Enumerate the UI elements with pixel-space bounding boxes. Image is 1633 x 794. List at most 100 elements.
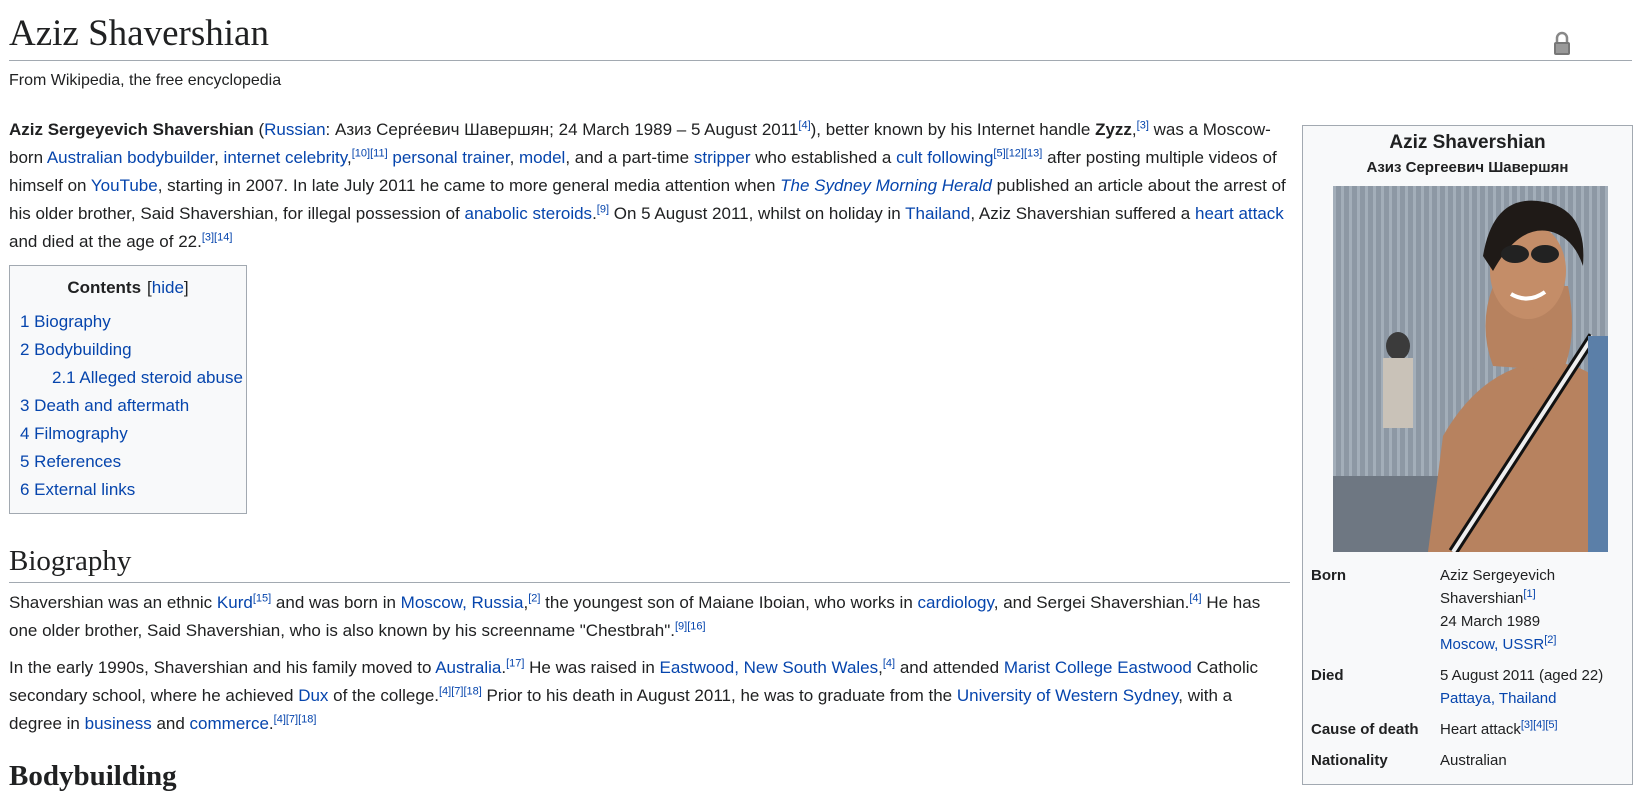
page-title: Aziz Shavershian (9, 12, 1632, 61)
text: ), better known by his Internet handle (810, 120, 1096, 139)
ref-link[interactable]: [9] (597, 203, 609, 215)
link-thailand[interactable]: Thailand (905, 204, 970, 223)
link-commerce[interactable]: commerce (190, 714, 269, 733)
text: In the early 1990s, Shavershian and his … (9, 658, 436, 677)
toc-item-references[interactable]: 5 References (20, 452, 121, 471)
link-model[interactable]: model (519, 148, 565, 167)
infobox-table: Born Aziz Sergeyevich Shavershian[1] 24 … (1311, 562, 1625, 778)
link-australia[interactable]: Australia (435, 658, 501, 677)
section-heading-bodybuilding: Bodybuilding (9, 760, 177, 792)
toc-item-biography[interactable]: 1 Biography (20, 312, 111, 331)
text: , starting in 2007. In late July 2011 he… (157, 176, 781, 195)
link-cult-following[interactable]: cult following (896, 148, 993, 167)
infobox-title: Aziz Shavershian (1389, 132, 1546, 153)
link-pattaya[interactable]: Pattaya, Thailand (1440, 690, 1556, 707)
nationality-value: Australian (1440, 752, 1507, 769)
text: and was born in (271, 593, 401, 612)
text: ( (253, 120, 265, 139)
link-heart-attack[interactable]: heart attack (1195, 204, 1284, 223)
portrait-photo[interactable] (1333, 186, 1608, 552)
born-label: Born (1311, 567, 1346, 584)
link-russian[interactable]: Russian (264, 120, 325, 139)
text: who established a (750, 148, 897, 167)
ref-link[interactable]: [17] (506, 657, 524, 669)
link-youtube[interactable]: YouTube (91, 176, 158, 195)
link-smh[interactable]: The Sydney Morning Herald (780, 176, 992, 195)
link-moscow-ussr[interactable]: Moscow, USSR (1440, 636, 1544, 653)
ref-link[interactable]: [5][12][13] (993, 147, 1042, 159)
died-label: Died (1311, 667, 1344, 684)
subject-name: Aziz Sergeyevich Shavershian (9, 120, 254, 139)
tagline: From Wikipedia, the free encyclopedia (9, 72, 282, 89)
ref-link[interactable]: [4] (798, 119, 810, 131)
cause-label: Cause of death (1311, 721, 1419, 738)
link-internet-celebrity[interactable]: internet celebrity (224, 148, 347, 167)
ref-link[interactable]: [10][11] (352, 147, 388, 159)
lead-paragraph: Aziz Sergeyevich Shavershian (Russian: А… (9, 116, 1289, 256)
link-personal-trainer[interactable]: personal trainer (392, 148, 509, 167)
text: He was raised in (524, 658, 660, 677)
toc-list: 1 Biography 2 Bodybuilding 2.1 Alleged s… (20, 308, 246, 504)
link-moscow-russia[interactable]: Moscow, Russia (401, 593, 524, 612)
ref-link[interactable]: [4] (883, 657, 895, 669)
link-dux[interactable]: Dux (298, 686, 328, 705)
text: , and Sergei Shavershian. (993, 593, 1190, 612)
text: , (214, 148, 224, 167)
ref-link[interactable]: [4][7][18] (274, 713, 317, 725)
born-value: Aziz Sergeyevich Shavershian[1] 24 March… (1440, 562, 1625, 662)
toc-header: Contents [hide] (10, 278, 246, 298)
ref-link[interactable]: [15] (253, 592, 271, 604)
lock-icon[interactable] (1553, 30, 1571, 56)
text: , (509, 148, 520, 167)
link-cardiology[interactable]: cardiology (918, 593, 994, 612)
text: and died at the age of 22. (9, 232, 202, 251)
toc-item-bodybuilding[interactable]: 2 Bodybuilding (20, 340, 132, 359)
text: Shavershian was an ethnic (9, 593, 217, 612)
text: the youngest son of Maiane Iboian, who w… (540, 593, 918, 612)
toc-item-death[interactable]: 3 Death and aftermath (20, 396, 189, 415)
nationality-label: Nationality (1311, 752, 1388, 769)
ref-link[interactable]: [4] (1189, 592, 1201, 604)
text: ] (183, 278, 189, 297)
cause-value: Heart attack[3][4][5] (1440, 716, 1625, 747)
handle: Zyzz (1095, 120, 1132, 139)
toc-title: Contents (67, 278, 142, 297)
toc-item-external-links[interactable]: 6 External links (20, 480, 135, 499)
born-name: Aziz Sergeyevich Shavershian (1440, 567, 1556, 607)
ref-link[interactable]: [3][14] (202, 231, 233, 243)
ref-link[interactable]: [9][16] (675, 620, 706, 632)
toc-item-filmography[interactable]: 4 Filmography (20, 424, 128, 443)
text: On 5 August 2011, whilst on holiday in (609, 204, 906, 223)
ref-link[interactable]: [2] (1544, 634, 1556, 646)
link-kurd[interactable]: Kurd (217, 593, 253, 612)
infobox: Aziz Shavershian Азиз Сергеевич Шавершян… (1302, 125, 1633, 785)
died-value: 5 August 2011 (aged 22) Pattaya, Thailan… (1440, 662, 1625, 716)
link-business[interactable]: business (85, 714, 152, 733)
link-marist-college[interactable]: Marist College Eastwood (1004, 658, 1192, 677)
section-heading-biography: Biography (9, 543, 1290, 583)
text: and attended (895, 658, 1004, 677)
toc-hide-toggle[interactable]: hide (152, 278, 184, 297)
ref-link[interactable]: [4][7][18] (439, 685, 482, 697)
biography-paragraph-1: Shavershian was an ethnic Kurd[15] and w… (9, 589, 1289, 645)
text: , and a part-time (565, 148, 694, 167)
text: , Aziz Shavershian suffered a (970, 204, 1195, 223)
ref-link[interactable]: [3] (1137, 119, 1149, 131)
link-stripper[interactable]: stripper (694, 148, 751, 167)
born-date: 24 March 1989 (1440, 613, 1541, 630)
text: : Азиз Серге́евич Шавершян; 24 March 198… (325, 120, 799, 139)
ref-link[interactable]: [3][4][5] (1521, 719, 1558, 731)
link-uws[interactable]: University of Western Sydney (957, 686, 1178, 705)
link-australian-bodybuilder[interactable]: Australian bodybuilder (47, 148, 214, 167)
table-of-contents: Contents [hide] 1 Biography 2 Bodybuildin… (9, 265, 247, 514)
died-date: 5 August 2011 (aged 22) (1440, 667, 1604, 684)
ref-link[interactable]: [2] (528, 592, 540, 604)
text: Prior to his death in August 2011, he wa… (481, 686, 957, 705)
toc-item-alleged-steroid-abuse[interactable]: 2.1 Alleged steroid abuse (52, 368, 243, 387)
link-eastwood[interactable]: Eastwood, New South Wales (660, 658, 879, 677)
text: of the college. (328, 686, 439, 705)
text: and (151, 714, 190, 733)
ref-link[interactable]: [1] (1523, 588, 1535, 600)
link-anabolic-steroids[interactable]: anabolic steroids (464, 204, 592, 223)
cause-text: Heart attack (1440, 721, 1521, 738)
